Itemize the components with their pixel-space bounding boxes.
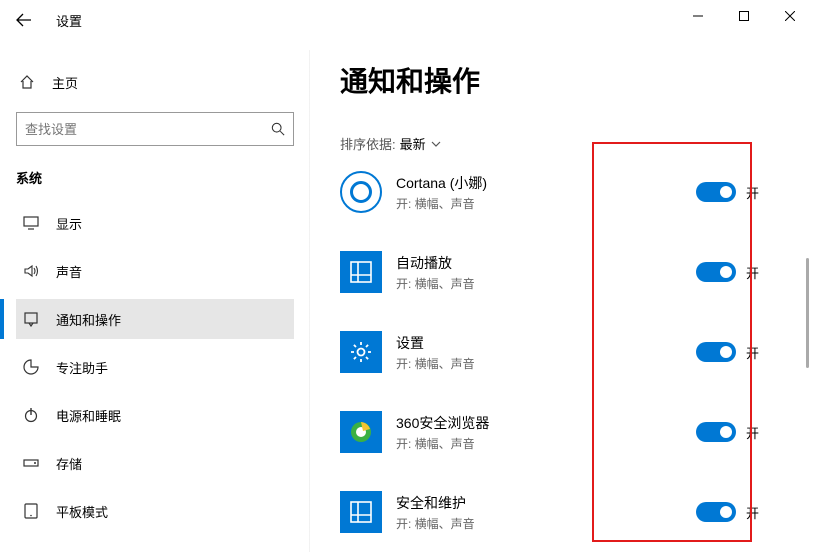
toggle-switch[interactable] [696, 422, 736, 442]
search-input[interactable] [25, 122, 271, 137]
nav-power-sleep[interactable]: 电源和睡眠 [16, 395, 294, 435]
nav-group-header: 系统 [16, 168, 294, 187]
app-item-autoplay[interactable]: 自动播放 开: 横幅、声音 开 [340, 251, 789, 293]
focus-icon [20, 359, 42, 375]
sound-icon [20, 263, 42, 279]
toggle-label: 开 [746, 503, 759, 522]
app-subtext: 开: 横幅、声音 [396, 355, 696, 372]
nav-focus-assist[interactable]: 专注助手 [16, 347, 294, 387]
nav-label: 显示 [56, 214, 82, 233]
app-item-security[interactable]: 安全和维护 开: 横幅、声音 开 [340, 491, 789, 533]
tablet-icon [20, 503, 42, 519]
display-icon [20, 215, 42, 231]
content-area: 通知和操作 排序依据: 最新 Cortana (小娜) 开: 横幅、声音 开 [310, 40, 813, 552]
toggle-label: 开 [746, 423, 759, 442]
app-list: Cortana (小娜) 开: 横幅、声音 开 自动播放 开: 横幅、声音 [340, 171, 789, 533]
toggle-switch[interactable] [696, 502, 736, 522]
cortana-icon [340, 171, 382, 213]
notifications-icon [20, 311, 42, 327]
nav-label: 平板模式 [56, 502, 108, 521]
toggle-switch[interactable] [696, 342, 736, 362]
minimize-icon [693, 11, 703, 21]
nav-label: 存储 [56, 454, 82, 473]
sort-label: 排序依据: [340, 134, 396, 153]
nav-notifications[interactable]: 通知和操作 [16, 299, 294, 339]
storage-icon [20, 455, 42, 471]
toggle-switch[interactable] [696, 262, 736, 282]
app-name: Cortana (小娜) [396, 173, 696, 193]
security-icon [340, 491, 382, 533]
back-button[interactable] [4, 0, 44, 40]
nav-storage[interactable]: 存储 [16, 443, 294, 483]
nav-display[interactable]: 显示 [16, 203, 294, 243]
home-label: 主页 [52, 73, 78, 92]
page-title: 通知和操作 [340, 60, 789, 100]
search-icon [271, 122, 285, 136]
app-name: 设置 [396, 333, 696, 353]
toggle-label: 开 [746, 183, 759, 202]
sidebar: 主页 系统 显示 声音 通知和操作 [0, 40, 310, 552]
nav-label: 专注助手 [56, 358, 108, 377]
window-title: 设置 [56, 11, 82, 30]
app-subtext: 开: 横幅、声音 [396, 275, 696, 292]
toggle-label: 开 [746, 343, 759, 362]
app-item-cortana[interactable]: Cortana (小娜) 开: 横幅、声音 开 [340, 171, 789, 213]
nav-tablet-mode[interactable]: 平板模式 [16, 491, 294, 531]
search-box[interactable] [16, 112, 294, 146]
app-name: 自动播放 [396, 253, 696, 273]
settings-icon [340, 331, 382, 373]
nav-sound[interactable]: 声音 [16, 251, 294, 291]
toggle-switch[interactable] [696, 182, 736, 202]
nav-label: 电源和睡眠 [56, 406, 121, 425]
home-nav[interactable]: 主页 [16, 62, 294, 102]
app-item-360browser[interactable]: 360安全浏览器 开: 横幅、声音 开 [340, 411, 789, 453]
close-button[interactable] [767, 0, 813, 32]
back-arrow-icon [16, 12, 32, 28]
app-name: 360安全浏览器 [396, 413, 696, 433]
nav-label: 通知和操作 [56, 310, 121, 329]
app-item-settings[interactable]: 设置 开: 横幅、声音 开 [340, 331, 789, 373]
scrollbar-thumb[interactable] [806, 258, 809, 368]
app-subtext: 开: 横幅、声音 [396, 435, 696, 452]
maximize-button[interactable] [721, 0, 767, 32]
app-subtext: 开: 横幅、声音 [396, 195, 696, 212]
chevron-down-icon [430, 138, 442, 150]
app-name: 安全和维护 [396, 493, 696, 513]
sort-value: 最新 [400, 134, 426, 153]
nav-label: 声音 [56, 262, 82, 281]
app-subtext: 开: 横幅、声音 [396, 515, 696, 532]
window-controls [675, 0, 813, 32]
minimize-button[interactable] [675, 0, 721, 32]
power-icon [20, 407, 42, 423]
autoplay-icon [340, 251, 382, 293]
sort-dropdown[interactable]: 排序依据: 最新 [340, 134, 789, 153]
toggle-label: 开 [746, 263, 759, 282]
close-icon [785, 11, 795, 21]
maximize-icon [739, 11, 749, 21]
home-icon [16, 74, 38, 90]
browser360-icon [340, 411, 382, 453]
